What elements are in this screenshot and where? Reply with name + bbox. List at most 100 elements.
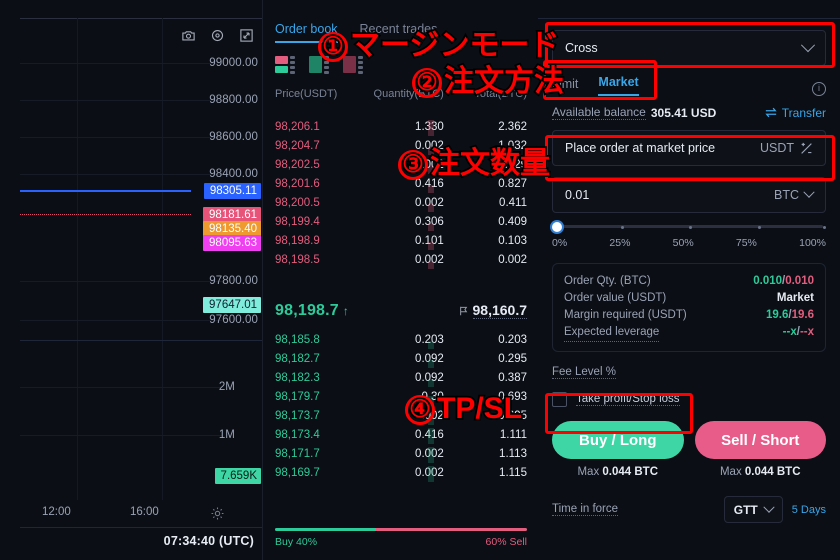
order-action-buttons: Buy / Long Sell / Short [552, 421, 826, 459]
cell-total: 1.115 [499, 466, 527, 479]
order-book-tabs: Order book Recent trades [275, 22, 437, 43]
transfer-button[interactable]: Transfer [765, 106, 826, 120]
summary-row: Margin required (USDT) 19.6/19.6 [564, 307, 814, 324]
sell-short-button[interactable]: Sell / Short [694, 421, 826, 459]
chart-top-divider [20, 18, 262, 19]
slider-tick-label: 25% [609, 237, 631, 249]
ratio-bar [275, 528, 527, 531]
mark-price: 98,160.7 [472, 302, 527, 319]
col-total: Total(BTC) [474, 88, 527, 100]
buy-max: Max 0.044 BTC [552, 466, 684, 478]
depth-bar [427, 261, 434, 269]
quantity-slider[interactable] [552, 222, 826, 232]
tab-recent-trades[interactable]: Recent trades [360, 22, 438, 41]
price-input[interactable]: Place order at market price USDT [552, 130, 826, 166]
slider-tick-label: 75% [735, 237, 757, 249]
ask-row[interactable]: 98,200.5 0.002 0.411 [275, 193, 527, 212]
tab-market[interactable]: Market [598, 75, 639, 96]
chart-gridline-v [77, 18, 78, 500]
cell-price: 98,204.7 [275, 139, 320, 152]
buy-long-button[interactable]: Buy / Long [552, 421, 684, 459]
tab-order-book[interactable]: Order book [275, 22, 338, 43]
ask-rows: 98,206.1 1.330 2.362 98,204.7 0.002 1.032 98,2… [275, 117, 527, 269]
chart-y-label: 2M [218, 381, 235, 393]
info-icon[interactable]: i [812, 82, 826, 96]
crosshair-icon[interactable] [210, 28, 225, 43]
camera-icon[interactable] [181, 28, 196, 43]
last-price-line [20, 190, 191, 192]
quantity-unit-select[interactable]: BTC [774, 186, 815, 202]
ask-row[interactable]: 98,204.7 0.002 1.032 [275, 136, 527, 155]
chart-gridline-h [20, 174, 222, 175]
order-book-pane: Order book Recent trades Price(USDT) Qua… [262, 0, 540, 560]
tpsl-row[interactable]: Take profit/Stop loss [552, 392, 826, 407]
slider-handle[interactable] [552, 222, 562, 232]
tab-limit[interactable]: Limit [552, 77, 578, 96]
slider-tick-dot [757, 225, 761, 229]
bid-row[interactable]: 98,182.7 0.092 0.295 [275, 349, 527, 368]
cell-price: 98,185.8 [275, 333, 320, 346]
cell-price: 98,206.1 [275, 120, 320, 133]
cell-price: 98,199.4 [275, 215, 320, 228]
cell-total: 1.111 [499, 428, 527, 441]
time-in-force-select[interactable]: GTT [723, 496, 783, 523]
depth-bar [427, 447, 434, 463]
fullscreen-icon[interactable] [239, 28, 254, 43]
depth-both-icon[interactable] [275, 56, 297, 75]
buy-max-label: Max [577, 466, 600, 478]
cell-total: 0.295 [498, 352, 527, 365]
plus-minus-icon[interactable] [800, 142, 813, 155]
ask-row[interactable]: 98,201.6 0.416 0.827 [275, 174, 527, 193]
depth-asks-icon[interactable] [343, 56, 365, 75]
quantity-input[interactable]: 0.01 BTC [552, 177, 826, 213]
ask-row[interactable]: 98,198.9 0.101 0.103 [275, 231, 527, 250]
summary-row: Order value (USDT) Market [564, 290, 814, 307]
cell-price: 98,169.7 [275, 466, 320, 479]
depth-bar [427, 147, 434, 155]
ask-row[interactable]: 98,206.1 1.330 2.362 [275, 117, 527, 136]
cell-total: 0.002 [498, 253, 527, 266]
slider-tick-dot [823, 225, 826, 229]
volume-tag: 7.659K [214, 468, 261, 484]
ask-row[interactable]: 98,198.5 0.002 0.002 [275, 250, 527, 269]
flag-icon [459, 306, 467, 316]
chart-y-label: 98600.00 [209, 131, 258, 143]
bid-row[interactable]: 98,173.7 0.002 0.695 [275, 406, 527, 425]
buy-sell-ratio: Buy 40% 60% Sell [275, 528, 527, 548]
sell-max-label: Max [719, 466, 742, 478]
bid-row[interactable]: 98,173.4 0.416 1.111 [275, 425, 527, 444]
time-in-force-label: Time in force [552, 503, 619, 516]
last-price: 98,198.7 [275, 302, 339, 319]
cell-price: 98,173.7 [275, 409, 320, 422]
bid-row[interactable]: 98,185.8 0.203 0.203 [275, 330, 527, 349]
form-top-divider [538, 18, 840, 19]
depth-bar [427, 466, 434, 482]
bid-row[interactable]: 98,182.3 0.092 0.387 [275, 368, 527, 387]
ask-row[interactable]: 98,202.5 0.002 0.829 [275, 155, 527, 174]
ask-row[interactable]: 98,199.4 0.306 0.409 [275, 212, 527, 231]
chart-pane-divider [20, 340, 262, 341]
bid-row[interactable]: 98,171.7 0.002 1.113 [275, 444, 527, 463]
cell-total: 1.032 [498, 139, 527, 152]
cell-price: 98,182.3 [275, 371, 320, 384]
price-direction-arrow: ↑ [342, 304, 349, 318]
price-tag-magenta: 98095.63 [203, 235, 261, 251]
liquidation-price-line [20, 214, 191, 215]
summary-buy-value: --x [782, 326, 797, 338]
tpsl-checkbox[interactable] [552, 392, 567, 407]
settings-sun-icon[interactable] [211, 507, 224, 520]
margin-mode-select[interactable]: Cross [552, 30, 826, 66]
chart-gridline-h [20, 435, 222, 436]
chart-gridline-h [20, 281, 222, 282]
time-in-force-value: GTT [733, 502, 758, 517]
bid-row[interactable]: 98,169.7 0.002 1.115 [275, 463, 527, 482]
cell-price: 98,182.7 [275, 352, 320, 365]
cell-total: 0.695 [498, 409, 527, 422]
fee-level-link[interactable]: Fee Level % [552, 366, 616, 379]
summary-value: 19.6/19.6 [766, 307, 814, 324]
bid-row[interactable]: 98,179.7 0.30 0.693 [275, 387, 527, 406]
order-summary-box: Order Qty. (BTC) 0.010/0.010 Order value… [552, 263, 826, 352]
chart-toolbar [181, 28, 254, 43]
depth-bids-icon[interactable] [309, 56, 331, 75]
trading-screen: 99000.00 98800.00 98600.00 98400.00 9780… [0, 0, 840, 560]
